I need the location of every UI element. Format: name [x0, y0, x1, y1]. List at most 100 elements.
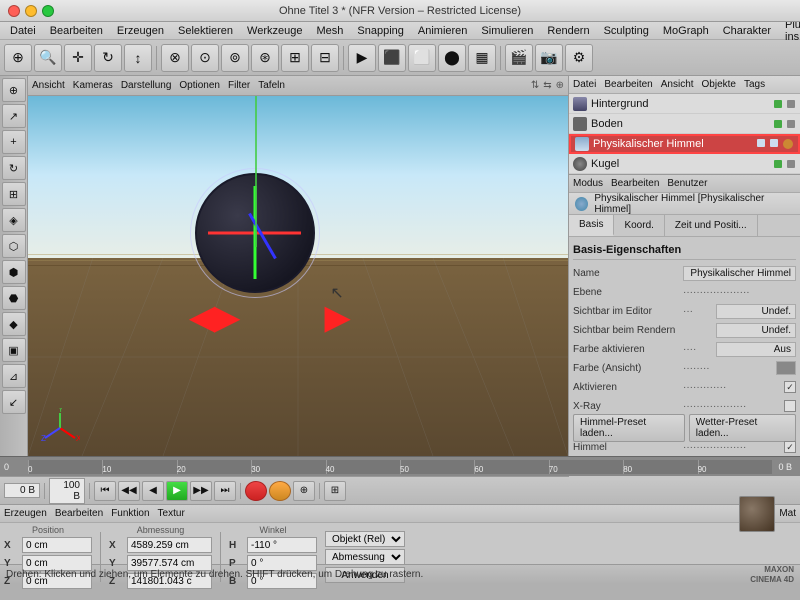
pb-play[interactable]: ▶: [166, 481, 188, 501]
tab-koord[interactable]: Koord.: [614, 215, 664, 236]
ph-bearbeiten[interactable]: Bearbeiten: [611, 178, 659, 189]
param-h[interactable]: [247, 537, 317, 553]
vp-kameras[interactable]: Kameras: [73, 80, 113, 91]
prop-value-farbe-aktiv[interactable]: Aus: [716, 342, 796, 357]
prop-checkbox-aktivieren[interactable]: ✓: [784, 381, 796, 393]
menu-mograph[interactable]: MoGraph: [657, 24, 715, 38]
pb-skip-start[interactable]: ⏮: [94, 481, 116, 501]
vp-icon-2[interactable]: ⇆: [543, 80, 551, 91]
misc-btn-1[interactable]: 🎬: [505, 44, 533, 72]
render-btn-2[interactable]: ⬛: [378, 44, 406, 72]
param-abm-x[interactable]: [127, 537, 212, 553]
mode-btn-3[interactable]: ✛: [64, 44, 92, 72]
left-btn-9[interactable]: ⬣: [2, 286, 26, 310]
pb-skip-end[interactable]: ⏭: [214, 481, 236, 501]
left-btn-1[interactable]: ⊕: [2, 78, 26, 102]
ph-modus[interactable]: Modus: [573, 178, 603, 189]
menu-bearbeiten[interactable]: Bearbeiten: [44, 24, 109, 38]
mode-btn-5[interactable]: ↕: [124, 44, 152, 72]
left-btn-8[interactable]: ⬢: [2, 260, 26, 284]
left-btn-3[interactable]: +: [2, 130, 26, 154]
left-btn-10[interactable]: ◆: [2, 312, 26, 336]
param-x-input[interactable]: [22, 537, 92, 553]
pb-max-frame[interactable]: 100 B: [49, 478, 85, 504]
vp-darstellung[interactable]: Darstellung: [121, 80, 172, 91]
pb-prev-frame[interactable]: ◀◀: [118, 481, 140, 501]
left-btn-4[interactable]: ↻: [2, 156, 26, 180]
menu-sculpting[interactable]: Sculpting: [598, 24, 655, 38]
render-btn-1[interactable]: ▶: [348, 44, 376, 72]
pb-fps-btn[interactable]: ⊞: [324, 481, 346, 501]
timeline-track[interactable]: 0 10 20 30 40 50 60 70 80 90: [28, 460, 772, 474]
left-btn-11[interactable]: ▣: [2, 338, 26, 362]
prop-value-sichtbar-editor[interactable]: Undef.: [716, 304, 796, 319]
nav-btn-3[interactable]: ⊚: [221, 44, 249, 72]
menu-selektieren[interactable]: Selektieren: [172, 24, 239, 38]
minimize-button[interactable]: [25, 5, 37, 17]
misc-btn-3[interactable]: ⚙: [565, 44, 593, 72]
render-btn-5[interactable]: ▦: [468, 44, 496, 72]
param-obj-rel-select[interactable]: Objekt (Rel): [325, 531, 405, 547]
obj-hintergrund[interactable]: Hintergrund: [569, 94, 800, 114]
pb-record-btn[interactable]: [245, 481, 267, 501]
left-btn-7[interactable]: ⬡: [2, 234, 26, 258]
prop-checkbox-himmel[interactable]: ✓: [784, 441, 796, 453]
ph-benutzer[interactable]: Benutzer: [667, 178, 707, 189]
obj-kugel[interactable]: Kugel: [569, 154, 800, 174]
om-ansicht[interactable]: Ansicht: [661, 79, 694, 90]
obj-boden[interactable]: Boden: [569, 114, 800, 134]
left-btn-13[interactable]: ↙: [2, 390, 26, 414]
pb-current-frame[interactable]: 0 B: [4, 483, 40, 498]
vp-filter[interactable]: Filter: [228, 80, 250, 91]
render-btn-3[interactable]: ⬜: [408, 44, 436, 72]
om-tags[interactable]: Tags: [744, 79, 765, 90]
om-objekte[interactable]: Objekte: [702, 79, 736, 90]
render-btn-4[interactable]: ⬤: [438, 44, 466, 72]
left-btn-12[interactable]: ⊿: [2, 364, 26, 388]
ph-textur[interactable]: Textur: [158, 508, 185, 519]
ph-bearbeiten[interactable]: Bearbeiten: [55, 508, 103, 519]
prop-value-sichtbar-render[interactable]: Undef.: [716, 323, 796, 338]
menu-datei[interactable]: Datei: [4, 24, 42, 38]
vp-icon-1[interactable]: ⇅: [531, 80, 539, 91]
pb-misc-btn[interactable]: ⊕: [293, 481, 315, 501]
scene-3d[interactable]: ◀ ▶ ▶ ↖ X Y Z: [28, 96, 568, 456]
menu-werkzeuge[interactable]: Werkzeuge: [241, 24, 308, 38]
wetter-preset-btn[interactable]: Wetter-Preset laden...: [689, 414, 796, 442]
menu-rendern[interactable]: Rendern: [541, 24, 595, 38]
obj-physhimmel[interactable]: Physikalischer Himmel: [569, 134, 800, 154]
maximize-button[interactable]: [42, 5, 54, 17]
himmel-preset-btn[interactable]: Himmel-Preset laden...: [573, 414, 685, 442]
nav-btn-5[interactable]: ⊞: [281, 44, 309, 72]
menu-mesh[interactable]: Mesh: [310, 24, 349, 38]
prop-checkbox-xray[interactable]: [784, 400, 796, 412]
tab-zeit[interactable]: Zeit und Positi...: [665, 215, 758, 236]
tab-basis[interactable]: Basis: [569, 215, 614, 236]
mode-btn-2[interactable]: 🔍: [34, 44, 62, 72]
pb-orange-btn[interactable]: [269, 481, 291, 501]
nav-btn-4[interactable]: ⊛: [251, 44, 279, 72]
vp-optionen[interactable]: Optionen: [179, 80, 220, 91]
menu-animieren[interactable]: Animieren: [412, 24, 474, 38]
ph-funktion[interactable]: Funktion: [111, 508, 149, 519]
pb-next[interactable]: ▶▶: [190, 481, 212, 501]
mode-btn-4[interactable]: ↻: [94, 44, 122, 72]
traffic-lights[interactable]: [8, 5, 54, 17]
misc-btn-2[interactable]: 📷: [535, 44, 563, 72]
vp-icon-3[interactable]: ⊕: [556, 80, 564, 91]
left-btn-5[interactable]: ⊞: [2, 182, 26, 206]
menu-charakter[interactable]: Charakter: [717, 24, 777, 38]
nav-btn-2[interactable]: ⊙: [191, 44, 219, 72]
param-abmessung-select[interactable]: Abmessung: [325, 549, 405, 565]
vp-ansicht[interactable]: Ansicht: [32, 80, 65, 91]
nav-btn-6[interactable]: ⊟: [311, 44, 339, 72]
om-bearbeiten[interactable]: Bearbeiten: [604, 79, 652, 90]
ph-erzeugen[interactable]: Erzeugen: [4, 508, 47, 519]
vp-tafeln[interactable]: Tafeln: [258, 80, 285, 91]
menu-erzeugen[interactable]: Erzeugen: [111, 24, 170, 38]
left-btn-6[interactable]: ◈: [2, 208, 26, 232]
menu-simulieren[interactable]: Simulieren: [475, 24, 539, 38]
om-datei[interactable]: Datei: [573, 79, 596, 90]
nav-btn-1[interactable]: ⊗: [161, 44, 189, 72]
left-btn-2[interactable]: ↗: [2, 104, 26, 128]
